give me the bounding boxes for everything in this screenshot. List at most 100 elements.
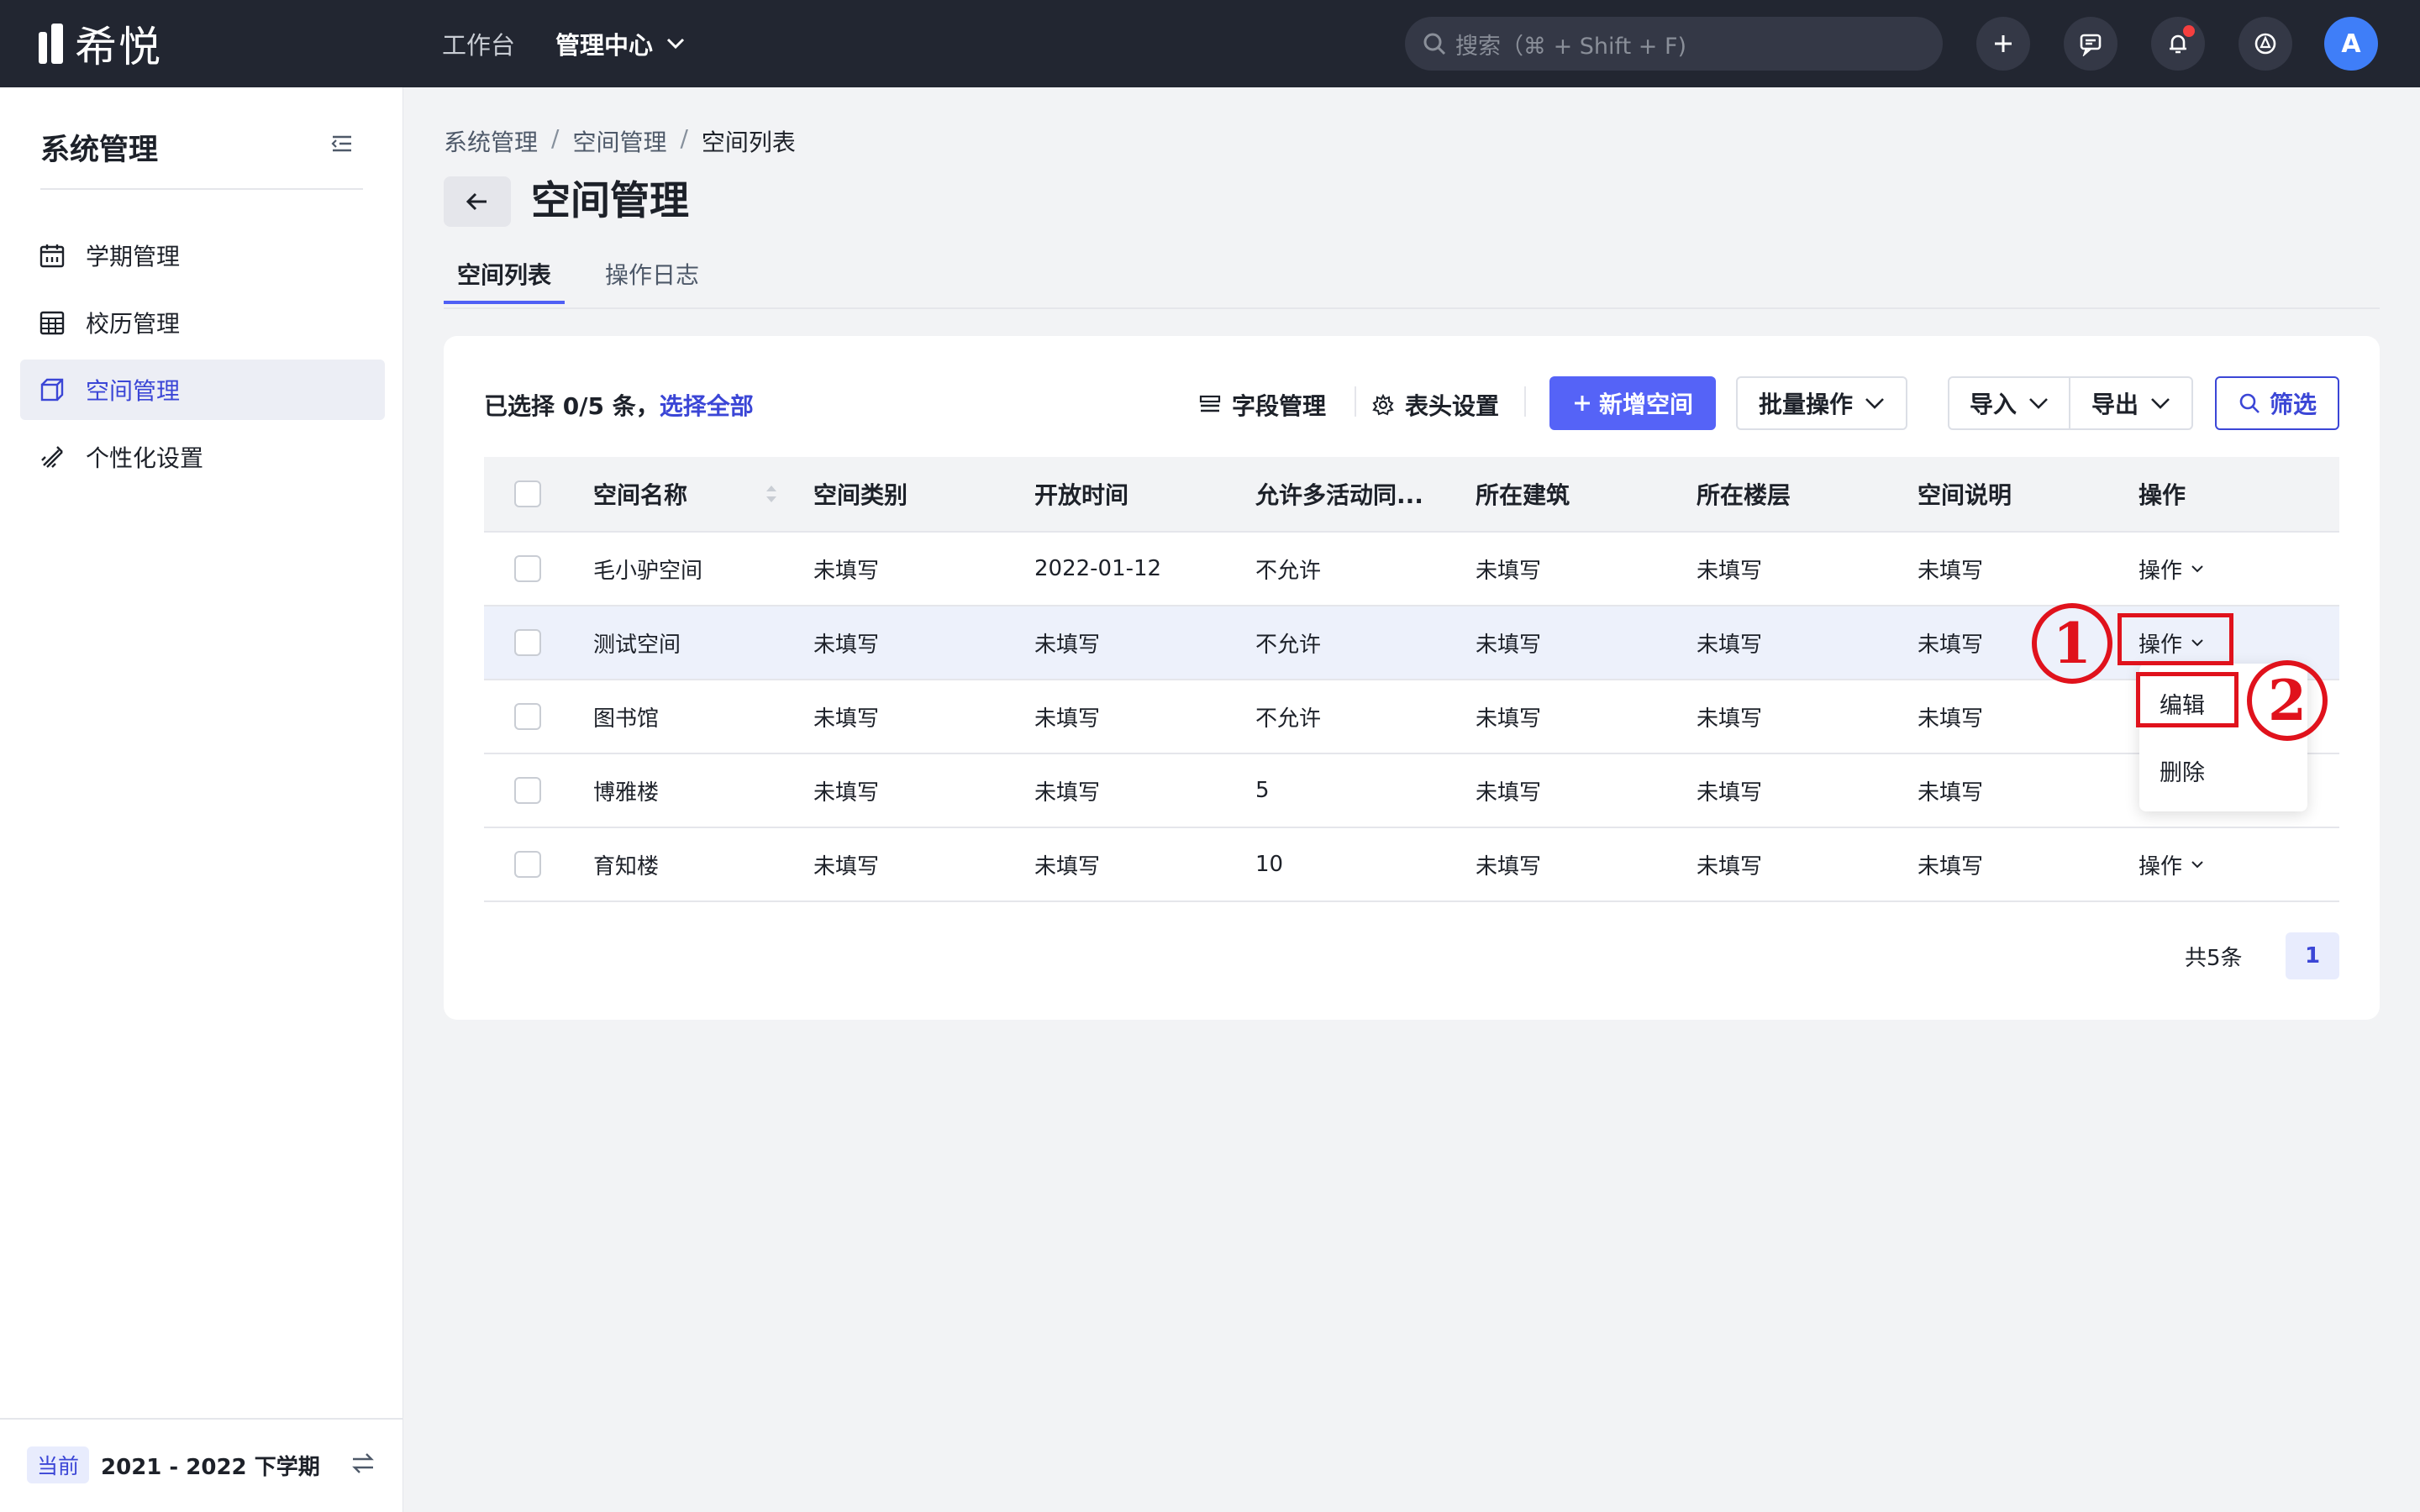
export-button[interactable]: 导出: [2069, 376, 2193, 430]
cell-multi-activity: 10: [1255, 852, 1284, 877]
nav-admin-center[interactable]: 管理中心: [555, 26, 685, 61]
selection-count: 已选择 0/5 条，: [484, 392, 660, 420]
toolbar-divider: [1355, 386, 1356, 417]
sidebar-item-label: 学期管理: [86, 243, 181, 270]
tab-bar: 空间列表 操作日志: [444, 249, 2380, 309]
nav-workbench[interactable]: 工作台: [442, 26, 515, 61]
cell-open-time: 未填写: [1034, 632, 1101, 658]
breadcrumb-item[interactable]: 系统管理: [444, 124, 538, 158]
highlight-edit-item: [2136, 672, 2238, 727]
col-header-description: 空间说明: [1918, 481, 2012, 509]
page-title: 空间管理: [531, 178, 689, 224]
cell-multi-activity: 不允许: [1255, 558, 1322, 584]
cell-building: 未填写: [1476, 853, 1542, 879]
sidebar-item-label: 空间管理: [86, 377, 181, 405]
col-header-name[interactable]: 空间名称: [593, 457, 778, 531]
top-nav: 工作台 管理中心: [442, 0, 685, 87]
create-button[interactable]: [1976, 17, 2030, 71]
current-badge: 当前: [27, 1446, 90, 1483]
row-actions-label: 操作: [2139, 558, 2183, 584]
cell-description: 未填写: [1918, 706, 1984, 732]
search-placeholder: 搜索（⌘ + Shift + F): [1455, 33, 1687, 60]
import-label: 导入: [1969, 391, 2017, 418]
pagination-page-1[interactable]: 1: [2286, 932, 2339, 979]
filter-label: 筛选: [2269, 391, 2317, 418]
cell-category: 未填写: [813, 853, 880, 879]
tab-operation-log[interactable]: 操作日志: [605, 257, 699, 291]
user-avatar[interactable]: A: [2324, 17, 2378, 71]
header-settings-button[interactable]: 表头设置: [1371, 388, 1499, 422]
sidebar-item-personalize[interactable]: 个性化设置: [20, 427, 385, 487]
selection-info: 已选择 0/5 条，选择全部: [484, 388, 754, 422]
sidebar-item-label: 个性化设置: [86, 444, 204, 472]
row-checkbox[interactable]: [514, 555, 541, 582]
cell-category: 未填写: [813, 632, 880, 658]
cell-category: 未填写: [813, 558, 880, 584]
chevron-down-icon: [666, 38, 685, 50]
batch-ops-button[interactable]: 批量操作: [1736, 376, 1907, 430]
cell-multi-activity: 5: [1255, 778, 1270, 803]
col-header-category: 空间类别: [813, 481, 908, 509]
toolbar-divider: [1524, 386, 1526, 417]
table-row[interactable]: 博雅楼 未填写 未填写 5 未填写 未填写 未填写: [484, 754, 2339, 828]
collapse-sidebar-icon[interactable]: [329, 131, 355, 156]
list-icon: [1199, 395, 1221, 412]
cell-name: 毛小驴空间: [593, 558, 703, 584]
logo-mark-icon: [39, 24, 63, 64]
chevron-down-icon: [2151, 398, 2170, 409]
chat-icon: [2080, 34, 2102, 56]
col-header-floor: 所在楼层: [1697, 481, 1791, 509]
menu-item-delete[interactable]: 删除: [2160, 754, 2205, 787]
row-checkbox[interactable]: [514, 703, 541, 730]
messages-button[interactable]: [2064, 17, 2118, 71]
row-actions-button[interactable]: 操作: [2139, 533, 2204, 605]
breadcrumb-separator: /: [551, 124, 560, 152]
table-row[interactable]: 图书馆 未填写 未填写 不允许 未填写 未填写 未填写: [484, 680, 2339, 754]
cell-name: 博雅楼: [593, 780, 660, 806]
row-checkbox[interactable]: [514, 629, 541, 656]
import-button[interactable]: 导入: [1948, 376, 2070, 430]
breadcrumb-item[interactable]: 空间管理: [572, 124, 666, 158]
tab-space-list[interactable]: 空间列表: [457, 257, 551, 291]
breadcrumb: 系统管理 / 空间管理 / 空间列表: [444, 124, 796, 158]
sidebar-menu: 学期管理 校历管理 空间管理 个性化设置: [20, 225, 385, 494]
table-row[interactable]: 毛小驴空间 未填写 2022-01-12 不允许 未填写 未填写 未填写 操作: [484, 533, 2339, 606]
global-search-input[interactable]: 搜索（⌘ + Shift + F): [1405, 17, 1943, 71]
field-manage-button[interactable]: 字段管理: [1198, 388, 1326, 422]
cell-description: 未填写: [1918, 558, 1984, 584]
cell-open-time: 未填写: [1034, 853, 1101, 879]
cell-name: 测试空间: [593, 632, 681, 658]
sidebar-item-space[interactable]: 空间管理: [20, 360, 385, 420]
add-space-label: 新增空间: [1598, 391, 1693, 418]
row-actions-label: 操作: [2139, 853, 2183, 879]
add-space-button[interactable]: 新增空间: [1549, 376, 1716, 430]
select-all-checkbox[interactable]: [514, 480, 541, 507]
notifications-button[interactable]: [2151, 17, 2205, 71]
batch-ops-label: 批量操作: [1758, 391, 1853, 418]
table-header: 空间名称 空间类别 开放时间 允许多活动同... 所在建筑 所在楼层 空间说明 …: [484, 457, 2339, 533]
cell-description: 未填写: [1918, 853, 1984, 879]
switch-term-icon[interactable]: [350, 1450, 376, 1477]
sort-icon: [766, 486, 776, 502]
row-actions-button[interactable]: 操作: [2139, 828, 2204, 900]
sidebar-item-term[interactable]: 学期管理: [20, 225, 385, 286]
current-term: 当前 2021 - 2022 下学期: [27, 1446, 320, 1483]
app-switch-button[interactable]: [2238, 17, 2292, 71]
sidebar-item-calendar[interactable]: 校历管理: [20, 292, 385, 353]
step-marker-1: 1: [2032, 603, 2112, 684]
table-row[interactable]: 育知楼 未填写 未填写 10 未填写 未填写 未填写 操作: [484, 828, 2339, 902]
filter-button[interactable]: 筛选: [2215, 376, 2339, 430]
plus-icon: [1574, 396, 1590, 411]
field-manage-label: 字段管理: [1232, 392, 1327, 420]
cell-floor: 未填写: [1697, 853, 1763, 879]
back-button[interactable]: [444, 176, 511, 227]
cell-description: 未填写: [1918, 632, 1984, 658]
select-all-link[interactable]: 选择全部: [660, 392, 754, 420]
gear-icon: [1372, 393, 1394, 416]
row-checkbox[interactable]: [514, 777, 541, 804]
sidebar: 系统管理 学期管理 校历管理 空间管理 个性化设置 当前 2021 - 2022…: [0, 87, 403, 1512]
cell-open-time: 未填写: [1034, 780, 1101, 806]
highlight-actions-dropdown: [2118, 613, 2233, 665]
row-checkbox[interactable]: [514, 851, 541, 878]
app-logo[interactable]: 希悦: [39, 18, 162, 71]
